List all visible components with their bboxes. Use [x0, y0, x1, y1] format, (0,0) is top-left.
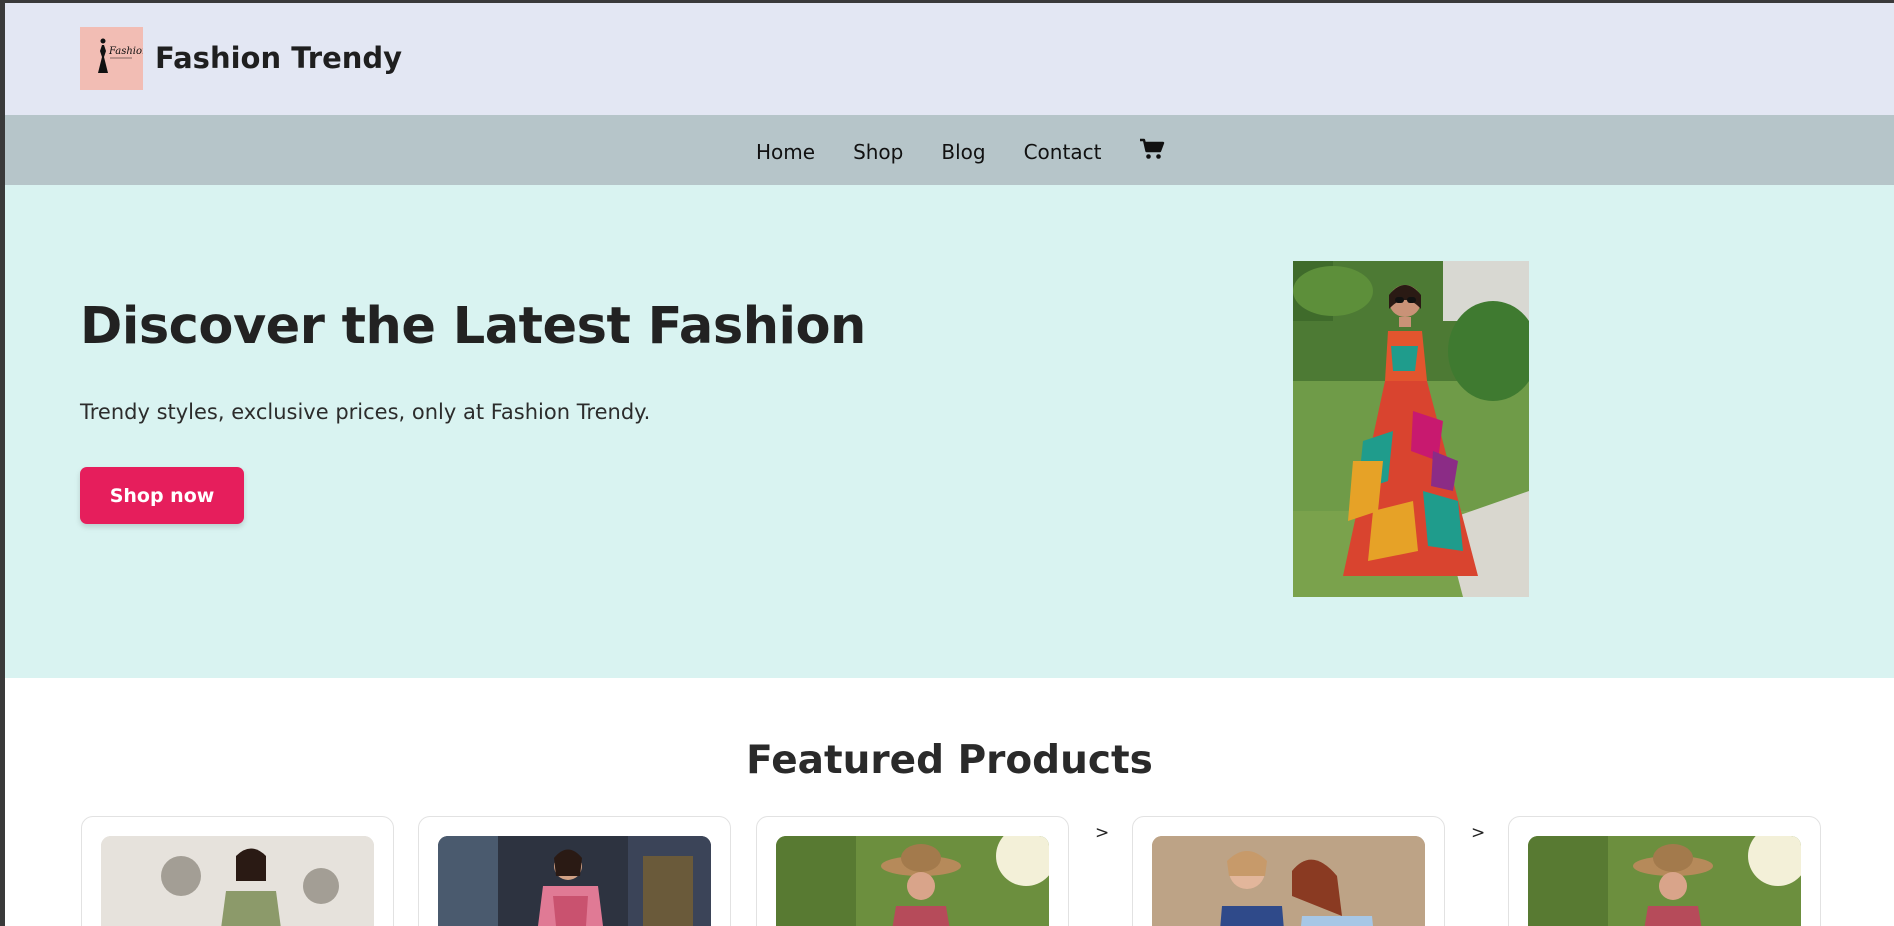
- product-image: [776, 836, 1049, 926]
- site-header: Fashion Fashion Trendy: [5, 3, 1894, 115]
- site-title[interactable]: Fashion Trendy: [155, 41, 402, 75]
- product-card[interactable]: [418, 816, 731, 926]
- product-image: [1528, 836, 1801, 926]
- shopping-cart-icon[interactable]: [1139, 138, 1165, 160]
- carousel-separator: >: [1095, 823, 1110, 843]
- featured-products-title: Featured Products: [746, 738, 1153, 783]
- hero-section: Discover the Latest Fashion Trendy style…: [5, 185, 1894, 678]
- product-card[interactable]: [756, 816, 1069, 926]
- product-image: [438, 836, 711, 926]
- hero-model-photo: [1293, 261, 1529, 597]
- hero-subtitle: Trendy styles, exclusive prices, only at…: [80, 400, 651, 424]
- carousel-separator: >: [1471, 823, 1486, 843]
- svg-text:Fashion: Fashion: [108, 46, 143, 57]
- product-card[interactable]: [1508, 816, 1821, 926]
- hero-model-image: [1293, 261, 1529, 597]
- main-nav: Home Shop Blog Contact: [5, 115, 1894, 185]
- hero-title: Discover the Latest Fashion: [80, 297, 866, 356]
- nav-item-blog[interactable]: Blog: [941, 140, 985, 164]
- product-card[interactable]: [81, 816, 394, 926]
- product-image: [101, 836, 374, 926]
- nav-item-contact[interactable]: Contact: [1024, 140, 1102, 164]
- logo[interactable]: Fashion: [80, 27, 148, 90]
- nav-links: Home Shop Blog Contact: [756, 138, 1165, 164]
- product-image: [1152, 836, 1425, 926]
- product-card[interactable]: [1132, 816, 1445, 926]
- shop-now-button[interactable]: Shop now: [80, 467, 244, 524]
- nav-item-shop[interactable]: Shop: [853, 140, 903, 164]
- nav-item-home[interactable]: Home: [756, 140, 815, 164]
- dress-logo-icon: Fashion: [98, 38, 148, 73]
- browser-viewport: Fashion Fashion Trendy Home Shop Blog Co…: [5, 3, 1894, 926]
